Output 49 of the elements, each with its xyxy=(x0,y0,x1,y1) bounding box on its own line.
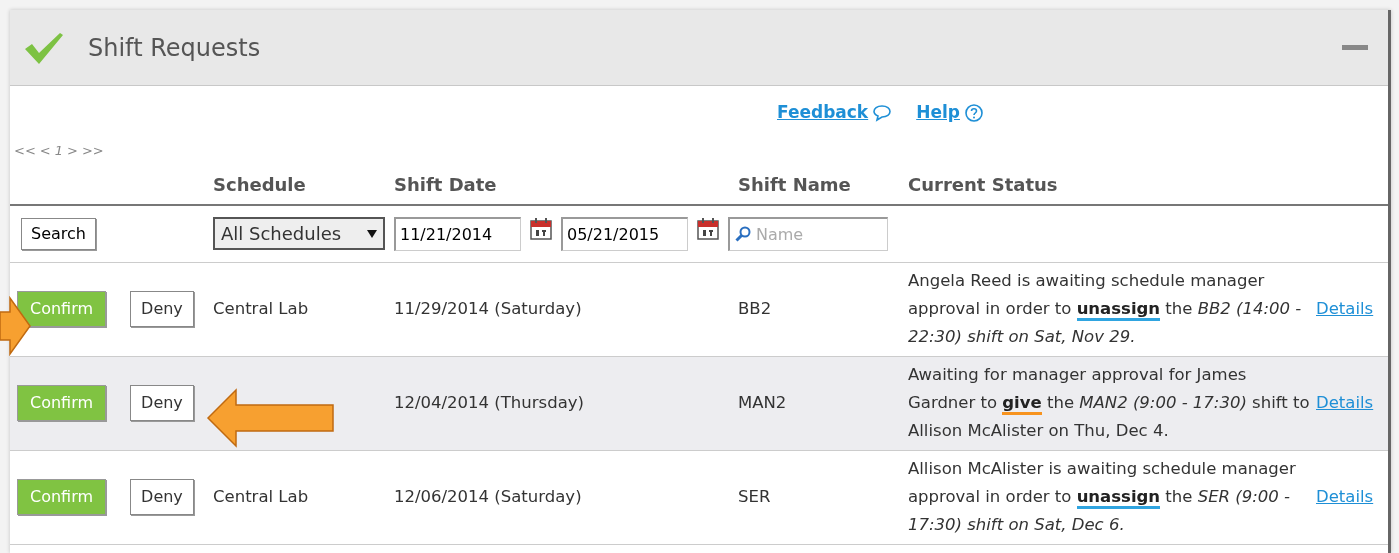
details-link[interactable]: Details xyxy=(1316,486,1374,506)
deny-button[interactable]: Deny xyxy=(130,385,194,421)
checkmark-icon xyxy=(24,30,64,65)
deny-button[interactable]: Deny xyxy=(130,291,194,327)
pager-link[interactable]: > xyxy=(67,141,78,161)
link-text[interactable]: Help xyxy=(916,99,960,126)
pager-link[interactable]: << xyxy=(14,141,36,161)
details-link[interactable]: Details xyxy=(1316,392,1374,412)
callout-arrow xyxy=(0,296,32,356)
speech-bubble-icon xyxy=(872,103,893,122)
pager-link[interactable]: >> xyxy=(81,141,104,161)
table-cell: SER xyxy=(738,486,771,506)
confirm-button[interactable]: Confirm xyxy=(17,385,107,421)
table-row[interactable]: Confirm Deny Central Lab 12/06/2014 (Saturday) SER Allison McAlister is awaiting schedule manager approval in order to unassign the SER (9:00 - 17:30) shift on Sat, Dec 6. Details xyxy=(10,450,1388,544)
panel-title: Shift Requests xyxy=(88,32,261,64)
name-search-field[interactable]: Name xyxy=(728,216,888,251)
status-text: Angela Reed is awaiting schedule manager approval in order to unassign the BB2 (14:00 - 22:30) shift on Sat, Nov 29. xyxy=(908,270,1303,348)
deny-button[interactable]: Deny xyxy=(130,479,194,515)
date-field[interactable]: 05/21/2015 xyxy=(561,216,688,251)
calendar-icon xyxy=(696,216,720,241)
table-cell: 11/29/2014 (Saturday) xyxy=(394,298,582,318)
table-row[interactable]: Confirm Deny 12/04/2014 (Thursday) MAN2 Awaiting for manager approval for James Gardner to give the MAN2 (9:00 - 17:30) shift to Allison McAlister on Thu, Dec 4. Details xyxy=(10,356,1388,450)
table-row[interactable]: Confirm Deny Central Lab 11/29/2014 (Saturday) BB2 Angela Reed is awaiting schedule manager approval in order to unassign the BB2 (14:00 - 22:30) shift on Sat, Nov 29. Details xyxy=(10,262,1388,356)
column-header: Schedule xyxy=(213,174,306,195)
table-cell: Central Lab xyxy=(213,486,309,506)
link-text[interactable]: Feedback xyxy=(777,99,869,126)
minimize-icon[interactable] xyxy=(1342,45,1368,50)
search-icon xyxy=(735,225,751,242)
details-link[interactable]: Details xyxy=(1316,298,1374,318)
pager-link[interactable]: 1 xyxy=(54,141,63,161)
help-icon xyxy=(963,102,984,123)
column-header: Current Status xyxy=(908,174,1058,195)
table-cell: MAN2 xyxy=(738,392,787,412)
table-cell: 12/04/2014 (Thursday) xyxy=(394,392,584,412)
calendar-icon xyxy=(529,216,553,241)
table-cell: 12/06/2014 (Saturday) xyxy=(394,486,582,506)
caret-icon xyxy=(367,229,377,238)
pager-link[interactable]: < xyxy=(39,141,51,161)
schedule-dropdown[interactable]: All Schedules xyxy=(213,217,385,251)
confirm-button[interactable]: Confirm xyxy=(17,291,107,327)
confirm-button[interactable]: Confirm xyxy=(17,479,107,515)
table-cell: Central Lab xyxy=(213,298,309,318)
date-field[interactable]: 11/21/2014 xyxy=(394,216,521,251)
status-text: Allison McAlister is awaiting schedule manager approval in order to unassign the SER (9:00 - 17:30) shift on Sat, Dec 6. xyxy=(908,458,1297,536)
table-cell: BB2 xyxy=(738,298,772,318)
status-text: Awaiting for manager approval for James Gardner to give the MAN2 (9:00 - 17:30) shift to Allison McAlister on Thu, Dec 4. xyxy=(908,364,1310,442)
column-header: Shift Name xyxy=(738,174,851,195)
search-button[interactable]: Search xyxy=(21,217,96,250)
column-header: Shift Date xyxy=(394,174,497,195)
